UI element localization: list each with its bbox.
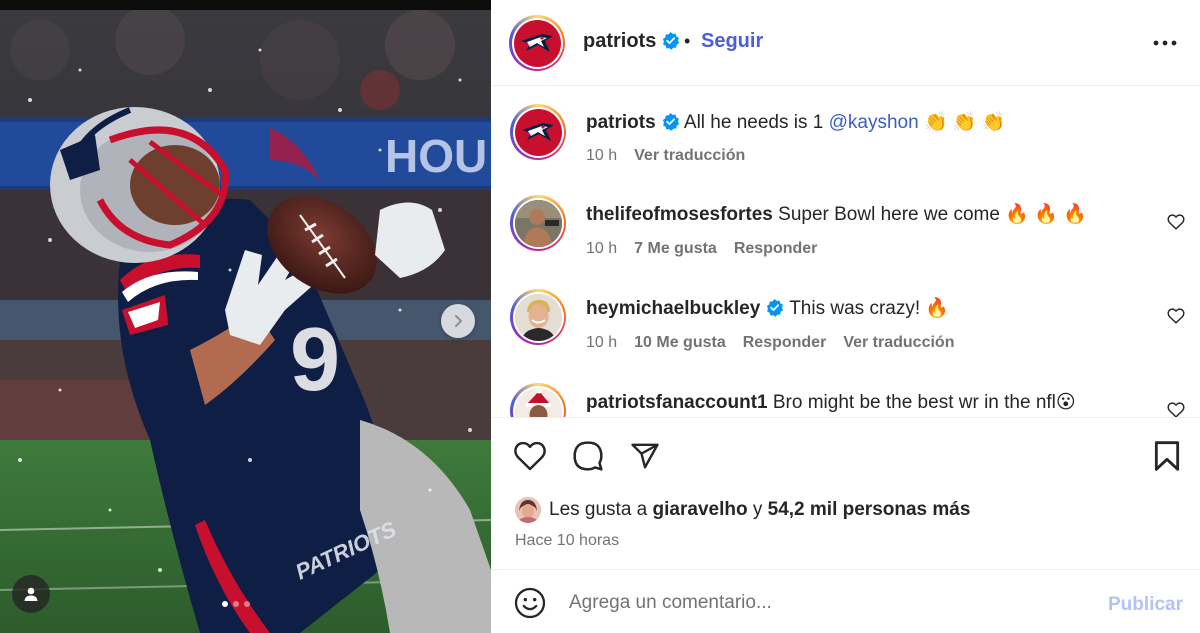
post-header: patriots • Seguir [491,0,1200,86]
caption-username[interactable]: patriots [586,112,656,133]
author-avatar[interactable] [509,15,565,71]
user-photo-icon [515,497,541,523]
patriots-logo-icon [522,123,554,141]
likes-text: Les gusta a giaravelho y 54,2 mil person… [549,499,971,520]
caption-mention-link[interactable]: @kayshon [829,112,919,133]
comment-avatar[interactable] [510,195,566,251]
liker-username[interactable]: giaravelho [653,499,748,520]
comment-text: heymichaelbuckley This was crazy! 🔥 [586,296,949,325]
more-options-button[interactable] [1150,28,1180,58]
carousel-dot [244,601,250,607]
header-separator: • [684,31,691,51]
user-photo-icon [514,199,562,247]
chevron-right-icon [455,315,462,327]
bookmark-icon [1154,441,1180,471]
carousel-dot [233,601,239,607]
comment-reply-button[interactable]: Responder [734,240,818,258]
post-media[interactable]: HOU 9 PATRIOTS [0,0,491,633]
like-button[interactable] [512,438,548,474]
comment-button[interactable] [570,438,606,474]
comment-like-button[interactable] [1165,305,1187,327]
comment-username[interactable]: thelifeofmosesfortes [586,204,773,225]
liker-avatar[interactable] [515,497,541,523]
share-button[interactable] [627,438,663,474]
comment-avatar[interactable] [510,289,566,345]
add-comment-bar: Publicar [491,569,1200,633]
heart-outline-icon [1167,214,1185,230]
comment-translate-button[interactable]: Ver traducción [843,334,954,352]
publish-button[interactable]: Publicar [1108,594,1183,616]
svg-text:HOU: HOU [385,130,487,182]
user-icon [24,587,38,601]
post-photo: HOU 9 PATRIOTS [0,10,491,633]
caption-meta: 10 h Ver traducción [586,147,745,165]
comment-username[interactable]: patriotsfanaccount1 [586,392,768,413]
comment-time: 10 h [586,334,618,351]
comment-input[interactable] [569,588,1069,618]
tagged-users-button[interactable] [12,575,50,613]
comment-like-button[interactable] [1165,399,1187,417]
comment-meta: 10 h 10 Me gusta Responder Ver traducció… [586,334,954,352]
verified-badge-icon [765,298,784,325]
heart-outline-icon [1167,402,1185,417]
comment-time: 10 h [586,240,618,257]
comment-text: thelifeofmosesfortes Super Bowl here we … [586,204,1087,225]
media-top-bar [0,0,491,10]
user-photo-icon [514,387,562,417]
verified-badge-icon [661,31,680,56]
likes-others-link[interactable]: 54,2 mil personas más [768,499,971,520]
post-timestamp[interactable]: Hace 10 horas [515,532,619,550]
likes-summary: Les gusta a giaravelho y 54,2 mil person… [515,496,970,524]
comment-meta: 10 h 7 Me gusta Responder [586,240,817,258]
svg-text:9: 9 [290,310,340,410]
patriots-logo-icon [521,34,553,52]
comment-text: patriotsfanaccount1 Bro might be the bes… [586,392,1076,413]
follow-button[interactable]: Seguir [701,30,763,53]
save-button[interactable] [1149,438,1185,474]
comment-avatar[interactable] [510,383,566,417]
author-username[interactable]: patriots [583,30,680,56]
emoji-picker-button[interactable] [513,586,547,620]
caption-text: patriots All he needs is 1 @kayshon 👏 👏 … [586,110,1006,139]
comments-list[interactable]: patriots All he needs is 1 @kayshon 👏 👏 … [491,87,1200,417]
smiley-icon [514,587,546,619]
caption-time: 10 h [586,147,618,164]
user-photo-icon [514,293,562,341]
caption-translate-button[interactable]: Ver traducción [634,147,745,165]
carousel-next-button[interactable] [441,304,475,338]
heart-outline-icon [1167,308,1185,324]
verified-badge-icon [661,112,680,139]
comment-likes-count[interactable]: 10 Me gusta [634,334,726,352]
post-details-panel: patriots • Seguir patriots All he needs … [491,0,1200,633]
comment-reply-button[interactable]: Responder [743,334,827,352]
post-actions: Les gusta a giaravelho y 54,2 mil person… [491,417,1200,569]
carousel-dot-active [222,601,228,607]
caption-avatar[interactable] [510,104,566,160]
paper-plane-icon [631,443,659,469]
heart-outline-icon [514,441,546,471]
comment-likes-count[interactable]: 7 Me gusta [634,240,717,258]
carousel-indicator [222,601,250,607]
more-horizontal-icon [1153,40,1177,46]
comment-like-button[interactable] [1165,211,1187,233]
comment-bubble-icon [573,441,603,471]
comment-username[interactable]: heymichaelbuckley [586,298,760,319]
